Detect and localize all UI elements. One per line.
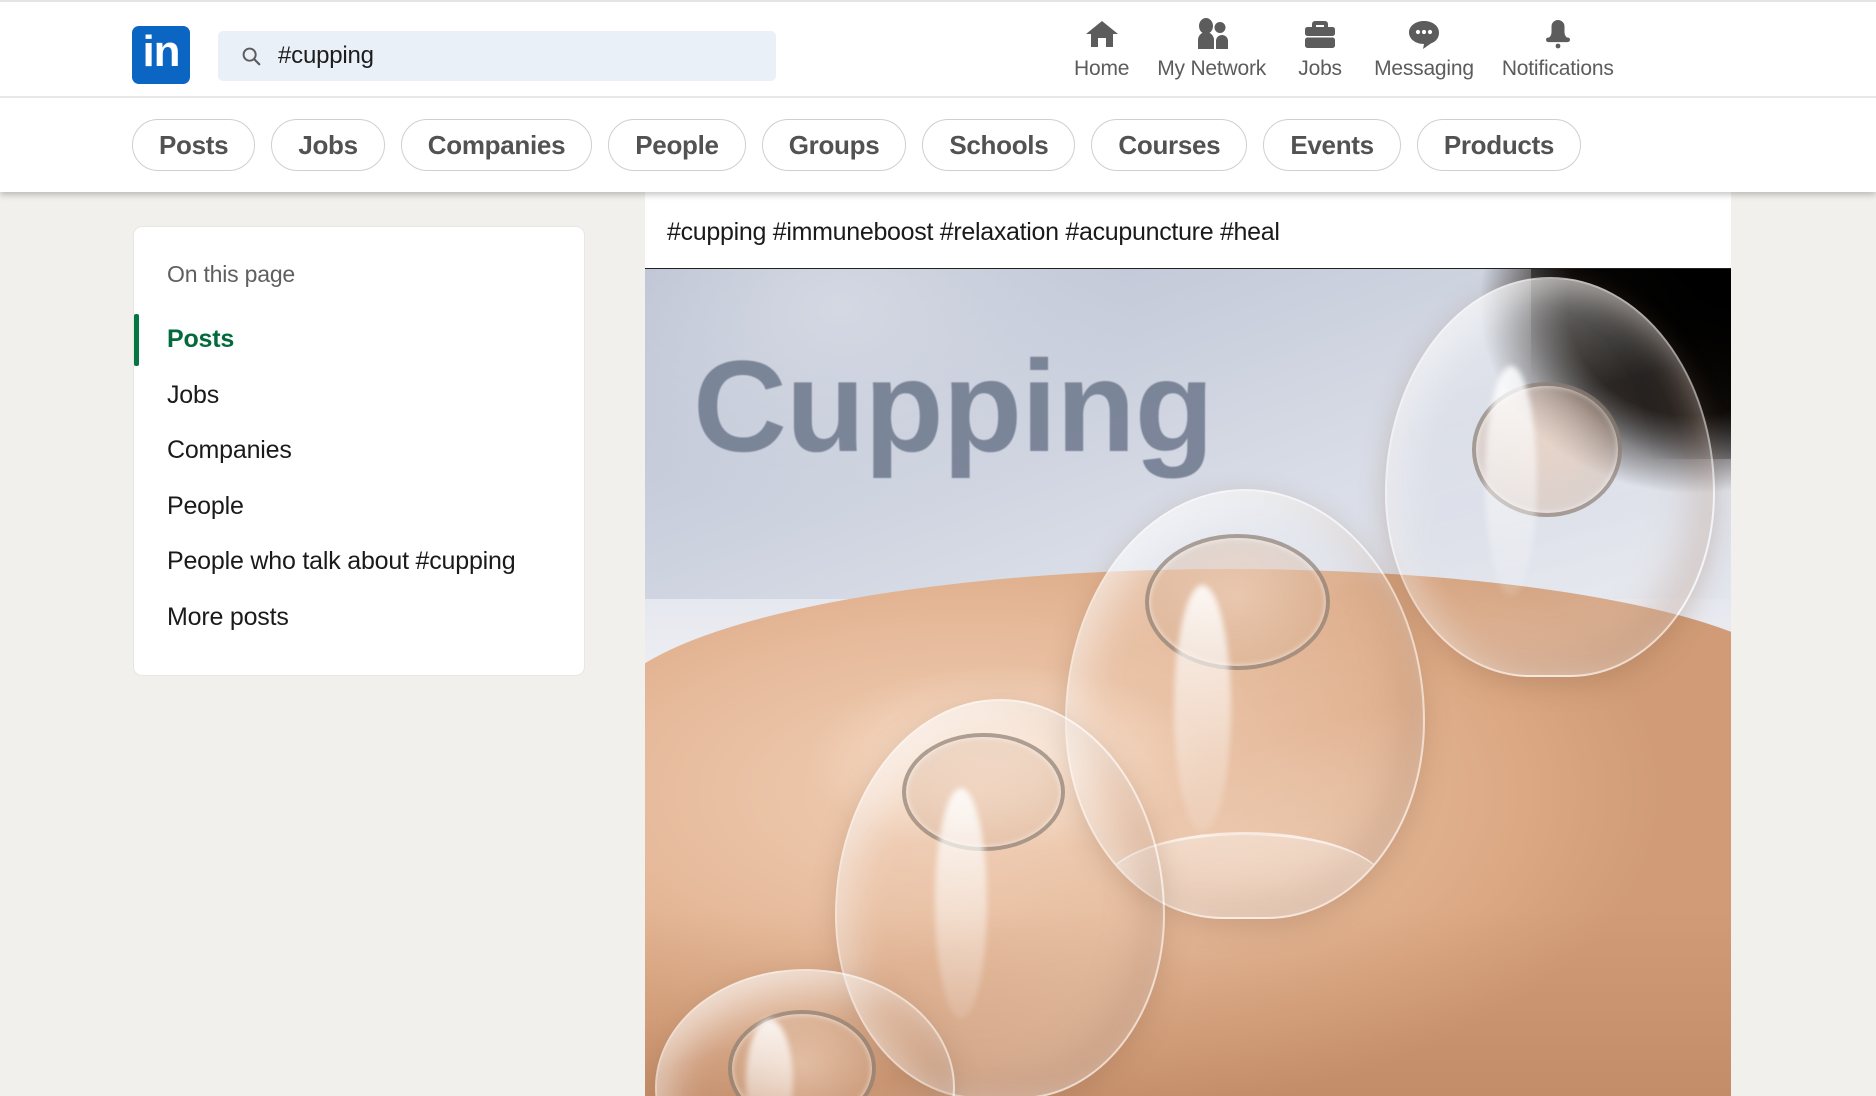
- rail-item-people-who-talk-about[interactable]: People who talk about #cupping: [134, 534, 584, 590]
- global-header: in #cupping Home My Network Jobs Messagi…: [0, 0, 1876, 192]
- nav-item-home[interactable]: Home: [1060, 16, 1143, 92]
- nav-label-messaging: Messaging: [1374, 57, 1474, 80]
- message-bubble-icon: [1405, 16, 1443, 50]
- filter-pill-label: Courses: [1118, 129, 1221, 160]
- filter-pill-jobs[interactable]: Jobs: [271, 119, 385, 171]
- filter-pill-products[interactable]: Products: [1416, 119, 1582, 171]
- nav-label-jobs: Jobs: [1298, 57, 1342, 80]
- nav-item-messaging[interactable]: Messaging: [1360, 16, 1488, 92]
- rail-item-label: People who talk about #cupping: [167, 547, 516, 575]
- top-navigation-bar: in #cupping Home My Network Jobs Messagi…: [0, 2, 1876, 98]
- filter-pill-companies[interactable]: Companies: [400, 119, 593, 171]
- cupping-jar-rim: [1471, 381, 1622, 517]
- linkedin-logo[interactable]: in: [132, 26, 190, 84]
- filter-pill-people[interactable]: People: [608, 119, 746, 171]
- search-input-value: #cupping: [278, 42, 374, 69]
- filter-pill-schools[interactable]: Schools: [922, 119, 1076, 171]
- post-hashtags-text: #cupping #immuneboost #relaxation #acupu…: [667, 218, 1280, 246]
- primary-nav: Home My Network Jobs Messaging Notificat…: [1060, 16, 1628, 92]
- photo-overlay-title: Cupping: [693, 333, 1214, 479]
- rail-item-posts[interactable]: Posts: [134, 312, 584, 368]
- search-icon: [242, 47, 261, 66]
- bell-icon: [1539, 16, 1577, 50]
- filter-pill-label: Products: [1443, 129, 1555, 160]
- page-body: On this page Posts Jobs Companies People…: [0, 192, 1876, 1096]
- post-card: #cupping #immuneboost #relaxation #acupu…: [645, 192, 1731, 1096]
- on-this-page-card: On this page Posts Jobs Companies People…: [133, 226, 585, 676]
- filter-pill-label: Companies: [427, 129, 566, 160]
- people-icon: [1193, 16, 1231, 50]
- rail-item-more-posts[interactable]: More posts: [134, 590, 584, 646]
- rail-item-label: Jobs: [167, 380, 220, 409]
- filter-pill-label: Groups: [788, 129, 880, 160]
- rail-item-label: Posts: [167, 325, 235, 353]
- cupping-jar-rim: [1145, 533, 1331, 670]
- filter-pill-posts[interactable]: Posts: [132, 119, 256, 171]
- nav-item-my-network[interactable]: My Network: [1143, 16, 1280, 92]
- rail-item-label: More posts: [167, 602, 289, 631]
- filter-pill-label: Schools: [949, 129, 1049, 160]
- filter-pill-groups[interactable]: Groups: [761, 119, 907, 171]
- rail-item-companies[interactable]: Companies: [134, 423, 584, 479]
- on-this-page-title: On this page: [167, 261, 296, 287]
- nav-label-my-network: My Network: [1157, 57, 1267, 80]
- rail-item-jobs[interactable]: Jobs: [134, 368, 584, 424]
- filter-pill-label: Posts: [159, 129, 229, 160]
- rail-item-people[interactable]: People: [134, 479, 584, 535]
- post-image[interactable]: Cupping: [645, 268, 1731, 1096]
- rail-item-label: People: [167, 491, 244, 520]
- search-filter-bar: Posts Jobs Companies People Groups Schoo…: [0, 100, 1876, 190]
- nav-label-home: Home: [1074, 57, 1130, 80]
- home-icon: [1083, 16, 1121, 50]
- briefcase-icon: [1301, 16, 1339, 50]
- filter-pill-courses[interactable]: Courses: [1091, 119, 1248, 171]
- filter-pill-label: Events: [1290, 129, 1374, 160]
- nav-label-notifications: Notifications: [1501, 57, 1614, 80]
- rail-item-label: Companies: [167, 436, 292, 464]
- cupping-jar-rim: [902, 732, 1066, 852]
- nav-item-jobs[interactable]: Jobs: [1280, 16, 1360, 92]
- filter-pill-events[interactable]: Events: [1263, 119, 1401, 171]
- cupping-jar-rim: [728, 1009, 877, 1096]
- search-input[interactable]: #cupping: [218, 31, 776, 81]
- filter-pill-label: Jobs: [298, 129, 358, 160]
- filter-pill-label: People: [635, 129, 719, 160]
- nav-item-notifications[interactable]: Notifications: [1488, 16, 1628, 92]
